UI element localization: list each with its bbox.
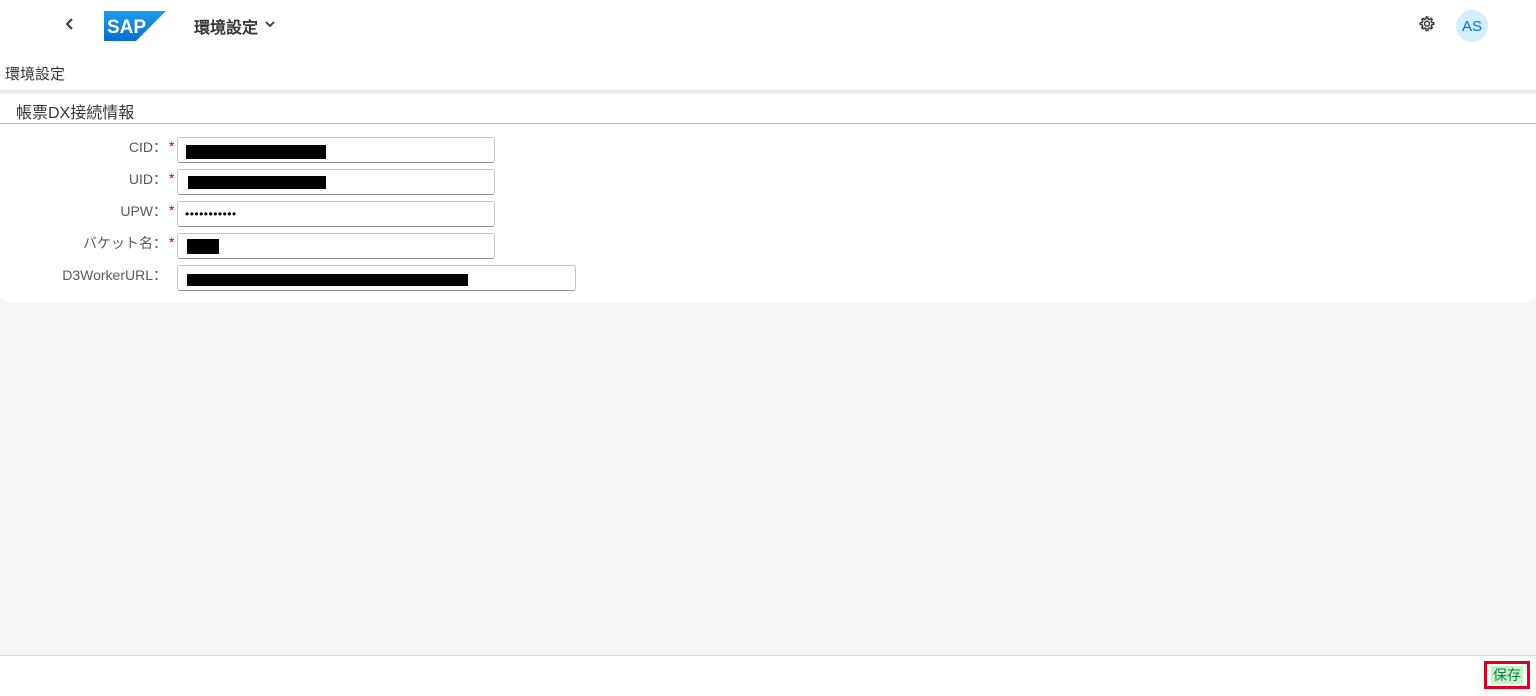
required-mark: * [169, 234, 175, 250]
app-title: 環境設定 [194, 20, 259, 37]
d3worker-url-label: D3WorkerURL： [62, 267, 167, 283]
form-row-upw: UPW： * [0, 201, 600, 227]
panel-title: 帳票DX接続情報 [16, 105, 135, 122]
d3worker-url-field[interactable] [177, 265, 576, 291]
user-avatar[interactable]: AS [1456, 10, 1488, 42]
bucket-name-label: バケット名： [83, 235, 167, 251]
cid-field[interactable] [177, 137, 495, 163]
page-title: 環境設定 [5, 66, 66, 83]
uid-field[interactable] [177, 169, 495, 195]
sap-logo-text: SAP [107, 17, 146, 38]
uid-label: UID： [128, 171, 167, 187]
form-row-uid: UID： * [0, 169, 600, 195]
required-mark: * [169, 170, 175, 186]
gear-icon [1418, 15, 1436, 38]
required-mark: * [169, 138, 175, 154]
save-button-label: 保存 [1491, 666, 1523, 684]
page-header: 環境設定 [0, 52, 1536, 90]
upw-field[interactable] [177, 201, 495, 227]
bucket-name-input[interactable] [178, 234, 494, 258]
redaction-box [188, 176, 326, 189]
redaction-box [186, 145, 326, 159]
form-row-d3worker-url: D3WorkerURL： [0, 265, 600, 291]
chevron-left-icon [63, 17, 77, 36]
back-button[interactable] [56, 12, 84, 40]
required-mark: * [169, 202, 175, 218]
form-row-bucket-name: バケット名： * [0, 233, 600, 259]
bucket-name-field[interactable] [177, 233, 495, 259]
panel-header: 帳票DX接続情報 [0, 94, 1536, 124]
form-row-cid: CID： * [0, 137, 600, 163]
cid-label: CID： [128, 139, 167, 155]
sap-logo[interactable]: SAP [104, 11, 166, 41]
upw-label: UPW： [120, 203, 167, 219]
connection-panel: 帳票DX接続情報 CID： * UID： * UPW： * バケット名： * [0, 94, 1536, 303]
redaction-box [187, 239, 219, 254]
footer-toolbar: 保存 [0, 655, 1536, 696]
chevron-down-icon [264, 17, 276, 35]
settings-button[interactable] [1414, 13, 1440, 39]
save-button[interactable]: 保存 [1484, 661, 1530, 689]
upw-input[interactable] [178, 202, 494, 226]
shell-bar: SAP 環境設定 AS [0, 0, 1536, 52]
app-title-menu[interactable]: 環境設定 [194, 14, 276, 38]
redaction-box [187, 274, 468, 286]
